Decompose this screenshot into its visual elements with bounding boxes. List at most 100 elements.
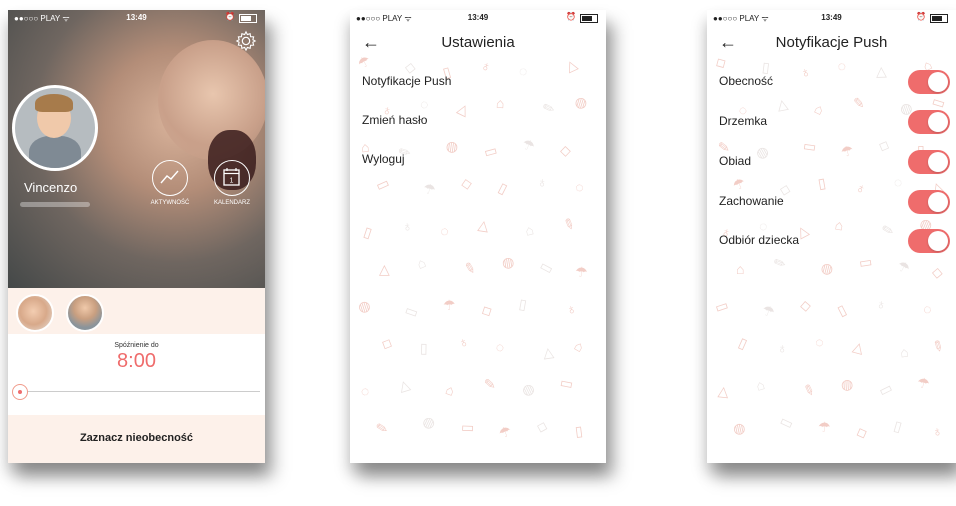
doodle-icon: ⌂	[736, 261, 745, 277]
calendar-icon: 1	[214, 160, 250, 196]
doodle-icon: ◍	[840, 375, 854, 393]
doodle-icon: ◌	[921, 300, 934, 318]
doodle-icon: ♁	[931, 422, 944, 440]
clock-label: 13:49	[126, 13, 147, 22]
activity-chart-icon	[152, 160, 188, 196]
push-toggle[interactable]	[908, 110, 950, 134]
doodle-icon: ◌	[572, 178, 586, 196]
doodle-icon: ☂	[817, 418, 831, 436]
calendar-label: KALENDARZ	[213, 200, 250, 206]
page-title: Notyfikacje Push	[775, 34, 888, 51]
doodle-icon: ☂	[519, 135, 538, 155]
doodle-icon: △	[541, 343, 555, 361]
doodle-icon: ◇	[559, 141, 571, 159]
push-row-obecnosc: Obecność	[719, 70, 956, 96]
doodle-icon: ⌂	[523, 221, 536, 239]
doodle-icon: ☂	[421, 179, 438, 199]
late-slider-knob[interactable]	[12, 384, 28, 400]
child-overview-screen: ●●○○○ PLAY ᯤ 13:49 ⏰ Vincenzo AKTYWNOŚĆ	[8, 10, 265, 463]
doodle-icon: ☂	[496, 422, 514, 442]
doodle-icon: ▯	[834, 301, 849, 319]
late-slider-track[interactable]	[20, 391, 260, 392]
late-time: 8:00	[117, 350, 156, 372]
doodle-icon: ⌂	[898, 343, 910, 361]
doodle-pattern: ☂ ◇ ▯ ♁ ◌ △ ♁ ◌ △ ⌂ ✎ ◍ ⌂ ✎ ◍ ▭ ☂ ◇ ▭ ☂ ◇ ▯ ♁ ◌ ▯ ♁ ◌ △ ⌂ ✎ △ ⌂ ✎ ◍ ▭ ☂ ◍ ▭ ☂ ◇…	[350, 50, 606, 463]
push-row-obiad: Obiad	[719, 150, 956, 176]
menu-item-logout[interactable]: Wyloguj	[362, 152, 405, 166]
doodle-icon: ⌂	[571, 336, 587, 356]
doodle-icon: ▭	[712, 296, 731, 316]
doodle-icon: ▭	[777, 411, 797, 433]
doodle-icon: ▯	[573, 422, 584, 440]
child-avatar-small-2[interactable]	[66, 294, 104, 332]
doodle-icon: ◇	[379, 333, 396, 353]
alarm-icon: ⏰	[916, 12, 926, 21]
push-toggle[interactable]	[908, 150, 950, 174]
doodle-icon: ◇	[535, 416, 550, 436]
calendar-button[interactable]: 1 KALENDARZ	[202, 160, 262, 206]
doodle-icon: ◍	[500, 253, 516, 271]
doodle-icon: △	[851, 337, 866, 357]
activity-label: AKTYWNOŚĆ	[150, 200, 190, 206]
push-toggle[interactable]	[908, 190, 950, 214]
doodle-icon: ◍	[819, 258, 836, 278]
doodle-icon: ◌	[812, 333, 827, 351]
doodle-icon: ◇	[931, 263, 944, 281]
carrier-label: ●●○○○ PLAY ᯤ	[713, 14, 769, 23]
doodle-icon: ◌	[518, 62, 528, 80]
carrier-label: ●●○○○ PLAY ᯤ	[356, 14, 412, 23]
doodle-icon: ♁	[564, 300, 579, 318]
push-toggle[interactable]	[908, 70, 950, 94]
push-row-odbior: Odbiór dziecka	[719, 229, 956, 255]
status-bar: ●●○○○ PLAY ᯤ 13:49 ⏰	[350, 10, 606, 26]
clock-label: 13:49	[467, 13, 489, 22]
calendar-day: 1	[230, 178, 234, 185]
alarm-icon: ⏰	[566, 12, 576, 21]
doodle-icon: △	[396, 375, 412, 395]
doodle-icon: ◌	[360, 382, 371, 400]
doodle-icon: ▭	[857, 253, 874, 271]
menu-item-change-password[interactable]: Zmień hasło	[362, 113, 427, 127]
push-row-drzemka: Drzemka	[719, 110, 956, 136]
doodle-icon: ♁	[401, 217, 414, 235]
doodle-icon: △	[562, 55, 580, 75]
doodle-icon: ▯	[736, 334, 750, 352]
doodle-icon: ✎	[462, 258, 478, 278]
doodle-icon: ⌂	[753, 376, 767, 394]
push-label: Zachowanie	[719, 194, 784, 208]
battery-icon	[580, 14, 598, 23]
late-label: Spóźnienie do	[114, 342, 159, 349]
child-avatar[interactable]	[12, 85, 98, 171]
doodle-icon: ◍	[445, 137, 460, 155]
doodle-icon: ▭	[373, 174, 392, 195]
doodle-icon: ✎	[800, 380, 818, 400]
menu-item-push[interactable]: Notyfikacje Push	[362, 74, 451, 88]
doodle-icon: ♁	[776, 339, 788, 357]
doodle-icon: ♁	[478, 56, 495, 76]
push-header: ← Notyfikacje Push	[707, 28, 956, 58]
doodle-icon: ◌	[893, 173, 903, 191]
status-bar: ●●○○○ PLAY ᯤ 13:49 ⏰	[707, 10, 956, 26]
status-bar: ●●○○○ PLAY ᯤ 13:49 ⏰	[8, 10, 265, 26]
doodle-icon: ◍	[355, 296, 373, 316]
doodle-icon: ☂	[574, 263, 589, 281]
push-row-zachowanie: Zachowanie	[719, 190, 956, 216]
push-toggle[interactable]	[908, 229, 950, 253]
mark-absence-button[interactable]: Zaznacz nieobecność	[8, 432, 265, 444]
name-underline	[20, 202, 90, 207]
doodle-icon: ◍	[573, 92, 590, 112]
doodle-icon: ✎	[929, 336, 948, 356]
push-notifications-screen: ●●○○○ PLAY ᯤ 13:49 ⏰ ◇▯♁◌△⌂◌△⌂✎◍▭✎◍▭☂◇▯☂…	[707, 10, 956, 463]
doodle-icon: ◍	[518, 379, 537, 399]
activity-button[interactable]: AKTYWNOŚĆ	[140, 160, 200, 206]
doodle-icon: ✎	[483, 375, 497, 393]
doodle-icon: △	[379, 261, 390, 277]
doodle-icon: ▭	[402, 301, 421, 321]
doodle-icon: ◇	[799, 296, 812, 314]
doodle-icon: ☂	[894, 257, 913, 278]
doodle-icon: ◌	[418, 95, 430, 113]
settings-gear-icon[interactable]	[235, 30, 257, 52]
child-avatar-small-1[interactable]	[16, 294, 54, 332]
children-strip	[8, 288, 265, 334]
push-label: Odbiór dziecka	[719, 233, 800, 247]
